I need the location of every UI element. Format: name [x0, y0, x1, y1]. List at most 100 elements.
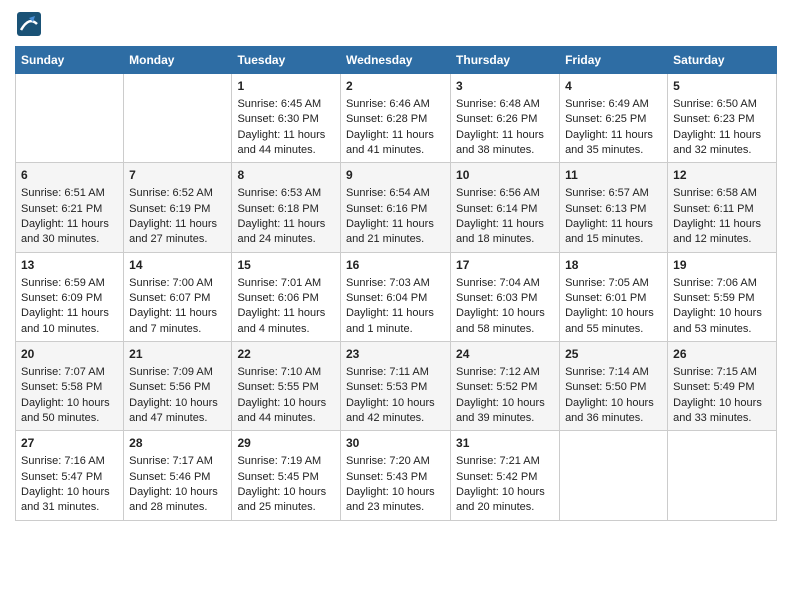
- sunset-text: Sunset: 6:06 PM: [237, 292, 318, 304]
- calendar-cell: 2Sunrise: 6:46 AMSunset: 6:28 PMDaylight…: [340, 74, 450, 163]
- day-number: 25: [565, 346, 662, 363]
- calendar-cell: 24Sunrise: 7:12 AMSunset: 5:52 PMDayligh…: [451, 342, 560, 431]
- daylight-text: Daylight: 10 hours and 23 minutes.: [346, 486, 435, 513]
- day-number: 21: [129, 346, 226, 363]
- daylight-text: Daylight: 11 hours and 10 minutes.: [21, 307, 109, 334]
- daylight-text: Daylight: 10 hours and 47 minutes.: [129, 397, 218, 424]
- day-number: 15: [237, 257, 335, 274]
- daylight-text: Daylight: 11 hours and 21 minutes.: [346, 218, 434, 245]
- daylight-text: Daylight: 10 hours and 31 minutes.: [21, 486, 110, 513]
- sunrise-text: Sunrise: 7:14 AM: [565, 366, 649, 378]
- sunrise-text: Sunrise: 6:48 AM: [456, 98, 540, 110]
- calendar-cell: 11Sunrise: 6:57 AMSunset: 6:13 PMDayligh…: [560, 163, 668, 252]
- daylight-text: Daylight: 10 hours and 28 minutes.: [129, 486, 218, 513]
- day-number: 24: [456, 346, 554, 363]
- sunset-text: Sunset: 6:07 PM: [129, 292, 210, 304]
- calendar-cell: 13Sunrise: 6:59 AMSunset: 6:09 PMDayligh…: [16, 252, 124, 341]
- sunset-text: Sunset: 6:28 PM: [346, 113, 427, 125]
- calendar-week-3: 13Sunrise: 6:59 AMSunset: 6:09 PMDayligh…: [16, 252, 777, 341]
- day-number: 9: [346, 167, 445, 184]
- calendar-cell: 14Sunrise: 7:00 AMSunset: 6:07 PMDayligh…: [124, 252, 232, 341]
- day-number: 22: [237, 346, 335, 363]
- weekday-header-sunday: Sunday: [16, 47, 124, 74]
- sunrise-text: Sunrise: 7:15 AM: [673, 366, 757, 378]
- sunset-text: Sunset: 5:52 PM: [456, 381, 537, 393]
- daylight-text: Daylight: 10 hours and 55 minutes.: [565, 307, 654, 334]
- calendar-cell: 30Sunrise: 7:20 AMSunset: 5:43 PMDayligh…: [340, 431, 450, 520]
- logo-icon: [15, 10, 43, 38]
- day-number: 3: [456, 78, 554, 95]
- sunrise-text: Sunrise: 7:11 AM: [346, 366, 429, 378]
- sunrise-text: Sunrise: 7:20 AM: [346, 455, 430, 467]
- calendar-cell: [124, 74, 232, 163]
- daylight-text: Daylight: 11 hours and 24 minutes.: [237, 218, 325, 245]
- weekday-header-thursday: Thursday: [451, 47, 560, 74]
- sunset-text: Sunset: 5:58 PM: [21, 381, 102, 393]
- daylight-text: Daylight: 11 hours and 7 minutes.: [129, 307, 217, 334]
- day-number: 30: [346, 435, 445, 452]
- calendar-cell: 21Sunrise: 7:09 AMSunset: 5:56 PMDayligh…: [124, 342, 232, 431]
- calendar-cell: 22Sunrise: 7:10 AMSunset: 5:55 PMDayligh…: [232, 342, 341, 431]
- sunrise-text: Sunrise: 6:56 AM: [456, 187, 540, 199]
- day-number: 12: [673, 167, 771, 184]
- calendar-cell: 18Sunrise: 7:05 AMSunset: 6:01 PMDayligh…: [560, 252, 668, 341]
- sunrise-text: Sunrise: 6:54 AM: [346, 187, 430, 199]
- sunset-text: Sunset: 5:49 PM: [673, 381, 754, 393]
- daylight-text: Daylight: 10 hours and 33 minutes.: [673, 397, 762, 424]
- daylight-text: Daylight: 11 hours and 12 minutes.: [673, 218, 761, 245]
- sunset-text: Sunset: 5:53 PM: [346, 381, 427, 393]
- daylight-text: Daylight: 11 hours and 15 minutes.: [565, 218, 653, 245]
- daylight-text: Daylight: 10 hours and 50 minutes.: [21, 397, 110, 424]
- sunrise-text: Sunrise: 6:45 AM: [237, 98, 321, 110]
- sunrise-text: Sunrise: 7:05 AM: [565, 277, 649, 289]
- calendar-cell: [668, 431, 777, 520]
- daylight-text: Daylight: 10 hours and 53 minutes.: [673, 307, 762, 334]
- sunrise-text: Sunrise: 6:58 AM: [673, 187, 757, 199]
- daylight-text: Daylight: 11 hours and 35 minutes.: [565, 129, 653, 156]
- calendar-cell: 20Sunrise: 7:07 AMSunset: 5:58 PMDayligh…: [16, 342, 124, 431]
- calendar-cell: 27Sunrise: 7:16 AMSunset: 5:47 PMDayligh…: [16, 431, 124, 520]
- sunset-text: Sunset: 6:13 PM: [565, 203, 646, 215]
- daylight-text: Daylight: 11 hours and 32 minutes.: [673, 129, 761, 156]
- calendar-cell: 25Sunrise: 7:14 AMSunset: 5:50 PMDayligh…: [560, 342, 668, 431]
- daylight-text: Daylight: 10 hours and 44 minutes.: [237, 397, 326, 424]
- sunrise-text: Sunrise: 6:50 AM: [673, 98, 757, 110]
- daylight-text: Daylight: 10 hours and 25 minutes.: [237, 486, 326, 513]
- calendar-cell: 28Sunrise: 7:17 AMSunset: 5:46 PMDayligh…: [124, 431, 232, 520]
- calendar-cell: 17Sunrise: 7:04 AMSunset: 6:03 PMDayligh…: [451, 252, 560, 341]
- sunrise-text: Sunrise: 6:46 AM: [346, 98, 430, 110]
- sunset-text: Sunset: 6:01 PM: [565, 292, 646, 304]
- calendar-cell: 29Sunrise: 7:19 AMSunset: 5:45 PMDayligh…: [232, 431, 341, 520]
- calendar-cell: [16, 74, 124, 163]
- day-number: 1: [237, 78, 335, 95]
- sunrise-text: Sunrise: 7:16 AM: [21, 455, 105, 467]
- calendar-table: SundayMondayTuesdayWednesdayThursdayFrid…: [15, 46, 777, 521]
- weekday-header-monday: Monday: [124, 47, 232, 74]
- sunrise-text: Sunrise: 7:17 AM: [129, 455, 213, 467]
- calendar-cell: 23Sunrise: 7:11 AMSunset: 5:53 PMDayligh…: [340, 342, 450, 431]
- sunrise-text: Sunrise: 7:01 AM: [237, 277, 321, 289]
- weekday-header-friday: Friday: [560, 47, 668, 74]
- calendar-cell: 4Sunrise: 6:49 AMSunset: 6:25 PMDaylight…: [560, 74, 668, 163]
- day-number: 28: [129, 435, 226, 452]
- calendar-cell: 7Sunrise: 6:52 AMSunset: 6:19 PMDaylight…: [124, 163, 232, 252]
- sunrise-text: Sunrise: 7:19 AM: [237, 455, 321, 467]
- weekday-header-saturday: Saturday: [668, 47, 777, 74]
- day-number: 16: [346, 257, 445, 274]
- calendar-week-1: 1Sunrise: 6:45 AMSunset: 6:30 PMDaylight…: [16, 74, 777, 163]
- calendar-cell: 5Sunrise: 6:50 AMSunset: 6:23 PMDaylight…: [668, 74, 777, 163]
- sunrise-text: Sunrise: 7:00 AM: [129, 277, 213, 289]
- daylight-text: Daylight: 10 hours and 20 minutes.: [456, 486, 545, 513]
- day-number: 13: [21, 257, 118, 274]
- sunset-text: Sunset: 5:45 PM: [237, 471, 318, 483]
- daylight-text: Daylight: 11 hours and 41 minutes.: [346, 129, 434, 156]
- calendar-cell: 19Sunrise: 7:06 AMSunset: 5:59 PMDayligh…: [668, 252, 777, 341]
- day-number: 8: [237, 167, 335, 184]
- sunrise-text: Sunrise: 7:03 AM: [346, 277, 430, 289]
- day-number: 31: [456, 435, 554, 452]
- calendar-week-4: 20Sunrise: 7:07 AMSunset: 5:58 PMDayligh…: [16, 342, 777, 431]
- daylight-text: Daylight: 11 hours and 1 minute.: [346, 307, 434, 334]
- weekday-header-tuesday: Tuesday: [232, 47, 341, 74]
- day-number: 20: [21, 346, 118, 363]
- calendar-cell: 6Sunrise: 6:51 AMSunset: 6:21 PMDaylight…: [16, 163, 124, 252]
